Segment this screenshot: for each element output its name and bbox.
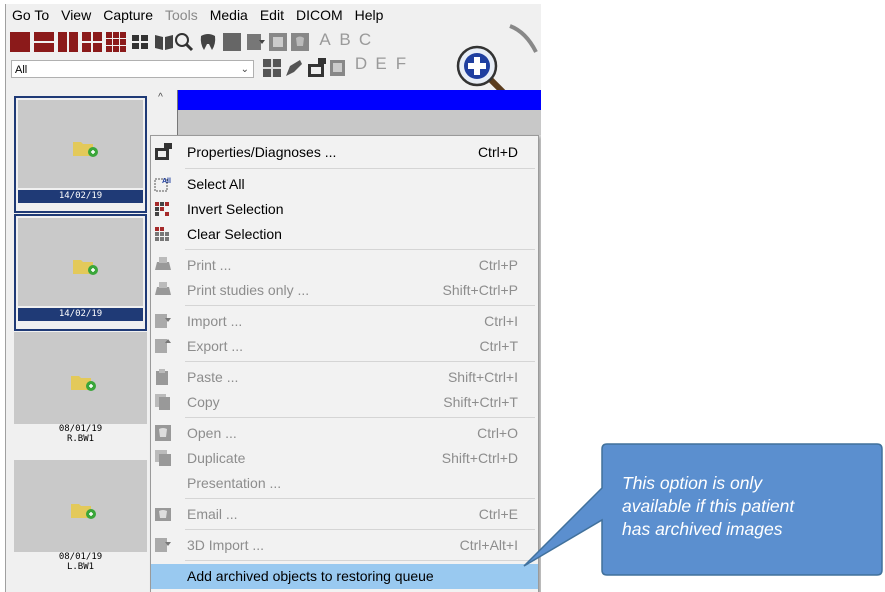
callout-line-2: available if this patient (622, 496, 795, 516)
callout-text: This option is only available if this pa… (622, 472, 862, 541)
callout-line-3: has archived images (622, 519, 783, 539)
callout-line-1: This option is only (622, 473, 763, 493)
